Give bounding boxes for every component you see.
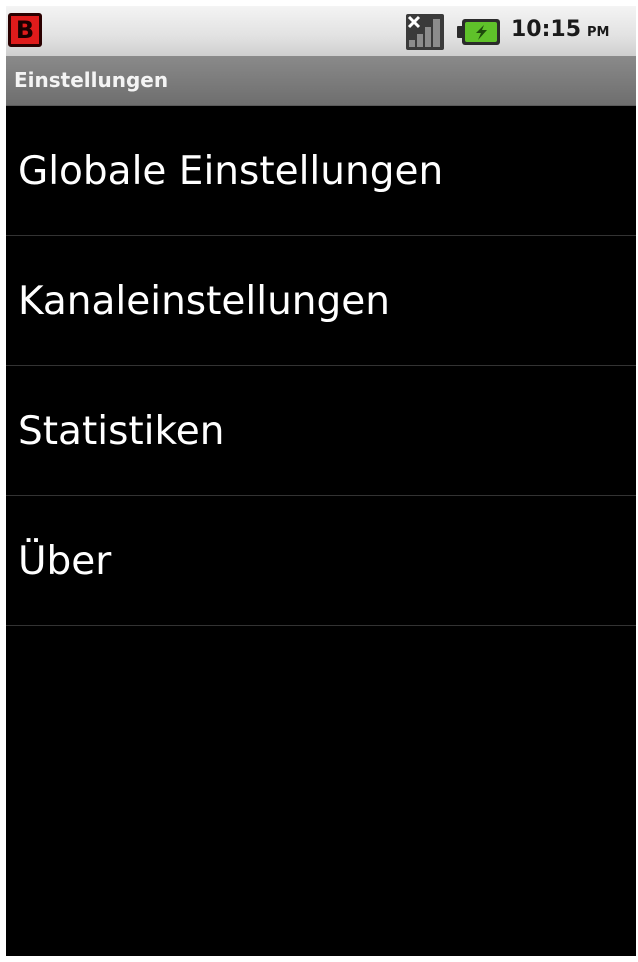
page-title: Einstellungen: [14, 68, 169, 92]
status-bar: B 10:15 PM: [6, 6, 636, 56]
pref-item-global-settings[interactable]: Globale Einstellungen: [6, 106, 636, 236]
preference-list: Globale Einstellungen Kanaleinstellungen…: [6, 106, 636, 626]
pref-item-label: Über: [18, 539, 112, 584]
status-clock: 10:15 PM: [511, 17, 610, 47]
signal-no-sim-icon: [406, 14, 444, 50]
b-app-notification-icon: B: [8, 13, 42, 47]
battery-charging-icon: [457, 19, 500, 45]
pref-item-label: Statistiken: [18, 409, 225, 454]
pref-item-statistics[interactable]: Statistiken: [6, 366, 636, 496]
pref-item-about[interactable]: Über: [6, 496, 636, 626]
clock-time: 10:15: [511, 17, 582, 42]
pref-item-label: Kanaleinstellungen: [18, 279, 390, 324]
title-bar: Einstellungen: [6, 56, 636, 106]
pref-item-label: Globale Einstellungen: [18, 149, 444, 194]
device-screen: B 10:15 PM Einstellungen Globale Einstel…: [6, 6, 636, 956]
clock-ampm: PM: [587, 25, 610, 40]
pref-item-channel-settings[interactable]: Kanaleinstellungen: [6, 236, 636, 366]
notification-icon-letter: B: [15, 16, 35, 44]
